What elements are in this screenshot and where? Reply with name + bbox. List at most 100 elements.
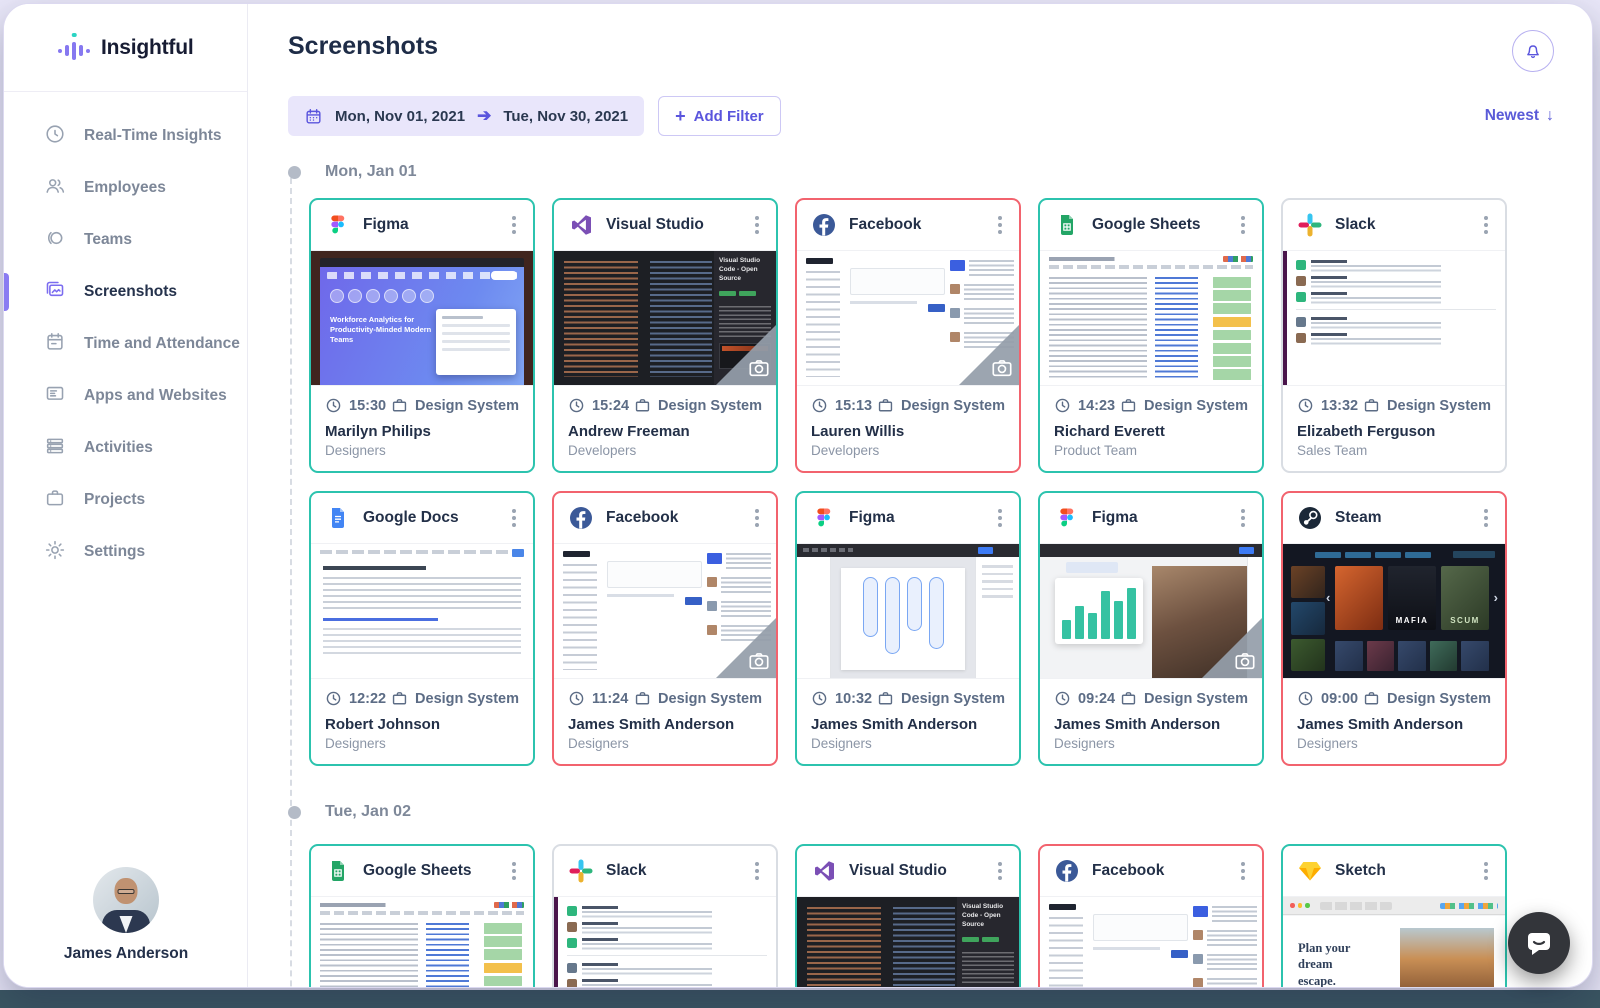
sidebar-item-settings[interactable]: Settings bbox=[4, 526, 247, 578]
screenshot-card[interactable]: Visual StudioVisual Studio Code - Open S… bbox=[552, 198, 778, 473]
screenshot-thumbnail[interactable] bbox=[797, 543, 1019, 679]
decor bbox=[1311, 297, 1441, 299]
clock-icon bbox=[325, 690, 342, 707]
screenshot-thumbnail[interactable] bbox=[311, 896, 533, 988]
screenshot-card[interactable]: SteamMAFIASCUM‹›09:00Design SystemJames … bbox=[1281, 491, 1507, 766]
decor bbox=[634, 690, 651, 707]
sidebar-item-activities[interactable]: Activities bbox=[4, 422, 247, 474]
screenshot-card[interactable]: SketchPlan your dream escape. bbox=[1281, 844, 1507, 988]
card-menu-button[interactable] bbox=[505, 857, 523, 885]
screenshot-card[interactable]: Figma09:24Design SystemJames Smith Ander… bbox=[1038, 491, 1264, 766]
screenshot-card[interactable]: Visual StudioVisual Studio Code - Open S… bbox=[795, 844, 1021, 988]
sidebar-item-label: Settings bbox=[84, 543, 145, 561]
decor bbox=[1123, 695, 1135, 704]
screenshot-thumbnail[interactable] bbox=[311, 543, 533, 679]
figma-app-icon bbox=[325, 212, 351, 238]
decor bbox=[1193, 930, 1203, 940]
main-area: Screenshots Mon, Nov 01, 2021 ➔ Tue, Nov… bbox=[248, 4, 1592, 987]
card-menu-button[interactable] bbox=[1234, 211, 1252, 239]
briefcase-icon bbox=[634, 690, 651, 707]
brand-name: Insightful bbox=[101, 36, 193, 60]
notifications-button[interactable] bbox=[1512, 30, 1554, 72]
sidebar-item-real-time-insights[interactable]: Real-Time Insights bbox=[4, 110, 247, 162]
app-window: Insightful Real-Time InsightsEmployeesTe… bbox=[3, 3, 1593, 988]
screenshot-card[interactable]: Facebook11:24Design SystemJames Smith An… bbox=[552, 491, 778, 766]
screenshot-card[interactable]: Google Sheets bbox=[309, 844, 535, 988]
screenshot-thumbnail[interactable] bbox=[1283, 250, 1505, 386]
decor bbox=[323, 577, 521, 611]
card-menu-button[interactable] bbox=[505, 211, 523, 239]
decor bbox=[756, 658, 763, 665]
date-section: Tue, Jan 02Google SheetsSlackVisual Stud… bbox=[288, 802, 1592, 988]
sidebar-item-time-and-attendance[interactable]: Time and Attendance bbox=[4, 318, 247, 370]
date-range-filter[interactable]: Mon, Nov 01, 2021 ➔ Tue, Nov 30, 2021 bbox=[288, 96, 644, 136]
decor bbox=[756, 365, 763, 372]
sidebar-item-teams[interactable]: Teams bbox=[4, 214, 247, 266]
decor bbox=[582, 984, 712, 986]
sidebar-item-employees[interactable]: Employees bbox=[4, 162, 247, 214]
thumb-caption: Plan your dream escape. bbox=[1298, 940, 1372, 988]
decor bbox=[726, 553, 771, 570]
screenshot-card[interactable]: Facebook bbox=[1038, 844, 1264, 988]
clock-icon bbox=[811, 397, 828, 414]
card-menu-button[interactable] bbox=[748, 857, 766, 885]
card-menu-button[interactable] bbox=[748, 504, 766, 532]
card-menu-button[interactable] bbox=[1234, 504, 1252, 532]
card-menu-button[interactable] bbox=[991, 211, 1009, 239]
decor bbox=[65, 45, 69, 56]
screenshot-card[interactable]: Slack13:32Design SystemElizabeth Ferguso… bbox=[1281, 198, 1507, 473]
screenshot-card[interactable]: Facebook15:13Design SystemLauren WillisD… bbox=[795, 198, 1021, 473]
decor bbox=[402, 289, 416, 303]
screenshot-thumbnail[interactable]: Plan your dream escape. bbox=[1283, 896, 1505, 988]
screenshot-thumbnail[interactable]: Visual Studio Code - Open Source bbox=[554, 250, 776, 386]
screenshot-thumbnail[interactable]: Workforce Analytics for Productivity-Min… bbox=[311, 250, 533, 386]
employee-name: James Smith Anderson bbox=[811, 716, 1005, 733]
decor bbox=[950, 260, 1014, 349]
screenshot-card[interactable]: Figma10:32Design SystemJames Smith Ander… bbox=[795, 491, 1021, 766]
decor bbox=[880, 695, 892, 704]
sidebar-item-apps-and-websites[interactable]: Apps and Websites bbox=[4, 370, 247, 422]
project-name: Design System bbox=[415, 398, 519, 414]
user-profile[interactable]: James Anderson bbox=[4, 867, 248, 963]
screenshot-thumbnail[interactable] bbox=[797, 250, 1019, 386]
decor bbox=[1127, 588, 1136, 639]
decor bbox=[755, 223, 759, 227]
decor bbox=[1049, 257, 1253, 261]
decor bbox=[512, 509, 516, 513]
chat-launcher-button[interactable] bbox=[1508, 912, 1570, 974]
decor: SCUM bbox=[1441, 566, 1489, 630]
screenshot-thumbnail[interactable] bbox=[554, 896, 776, 988]
card-header: Facebook bbox=[1040, 846, 1262, 896]
screenshot-thumbnail[interactable]: Visual Studio Code - Open Source bbox=[797, 896, 1019, 988]
visual-studio-app-icon bbox=[811, 858, 837, 884]
screenshot-thumbnail[interactable]: MAFIASCUM‹› bbox=[1283, 543, 1505, 679]
screenshot-card[interactable]: Slack bbox=[552, 844, 778, 988]
card-menu-button[interactable] bbox=[748, 211, 766, 239]
screenshot-thumbnail[interactable] bbox=[554, 543, 776, 679]
card-menu-button[interactable] bbox=[1234, 857, 1252, 885]
screenshot-card[interactable]: Google Sheets14:23Design SystemRichard E… bbox=[1038, 198, 1264, 473]
sidebar-item-screenshots[interactable]: Screenshots bbox=[4, 266, 247, 318]
screenshot-card[interactable]: Google Docs12:22Design SystemRobert John… bbox=[309, 491, 535, 766]
decor bbox=[1069, 215, 1073, 219]
decor bbox=[567, 922, 767, 932]
sidebar-item-projects[interactable]: Projects bbox=[4, 474, 247, 526]
decor bbox=[1296, 309, 1496, 310]
brand-logo[interactable]: Insightful bbox=[4, 4, 247, 92]
sort-control[interactable]: Newest ↓ bbox=[1485, 107, 1554, 125]
card-menu-button[interactable] bbox=[1477, 504, 1495, 532]
decor bbox=[1049, 277, 1147, 380]
decor bbox=[806, 271, 840, 377]
decor bbox=[824, 509, 830, 515]
decor bbox=[1532, 949, 1539, 955]
screenshot-thumbnail[interactable] bbox=[1040, 543, 1262, 679]
card-menu-button[interactable] bbox=[1477, 211, 1495, 239]
screenshot-thumbnail[interactable] bbox=[1040, 896, 1262, 988]
card-menu-button[interactable] bbox=[505, 504, 523, 532]
screenshot-card[interactable]: FigmaWorkforce Analytics for Productivit… bbox=[309, 198, 535, 473]
card-menu-button[interactable] bbox=[1477, 857, 1495, 885]
screenshot-thumbnail[interactable] bbox=[1040, 250, 1262, 386]
add-filter-button[interactable]: + Add Filter bbox=[658, 96, 781, 136]
card-menu-button[interactable] bbox=[991, 857, 1009, 885]
card-menu-button[interactable] bbox=[991, 504, 1009, 532]
